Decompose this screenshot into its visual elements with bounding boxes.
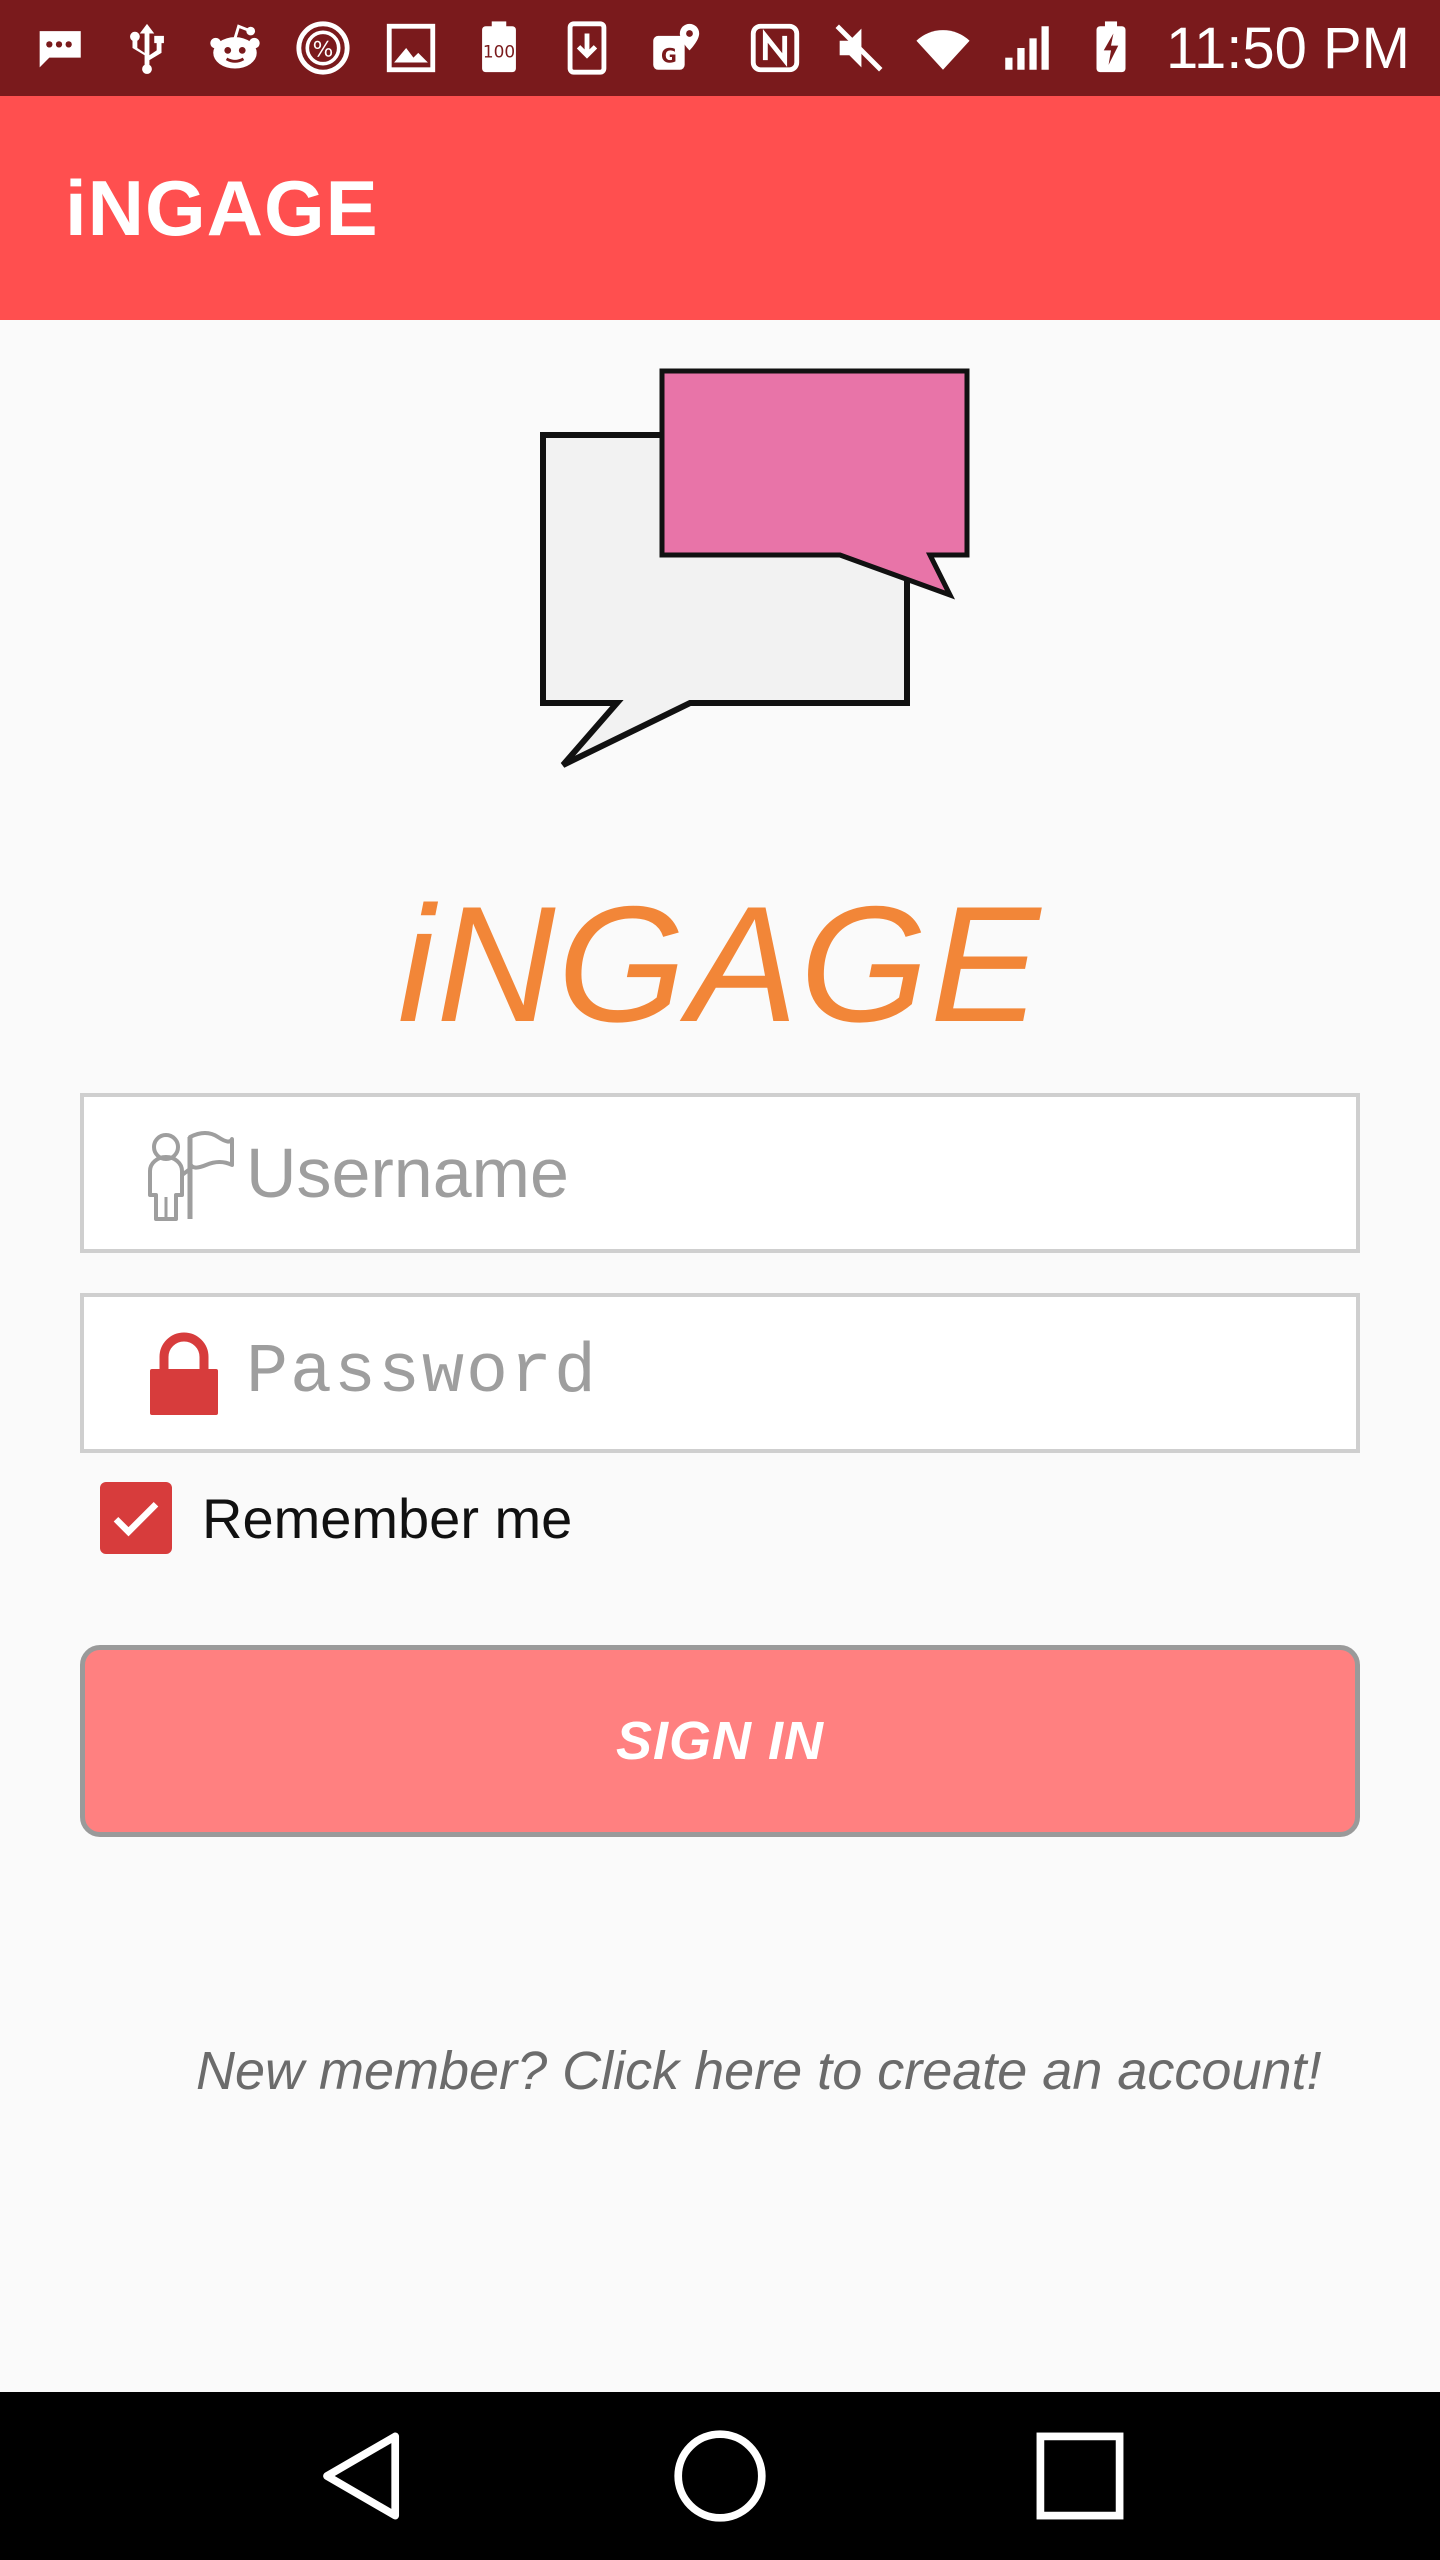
chat-bubbles-logo xyxy=(540,368,970,768)
remember-me-row[interactable]: Remember me xyxy=(100,1480,572,1556)
nfc-icon xyxy=(746,19,804,77)
recents-icon[interactable] xyxy=(1025,2421,1135,2531)
battery-100-icon: 100 xyxy=(470,19,528,77)
usb-icon xyxy=(118,19,176,77)
app-bar-title: iNGAGE xyxy=(65,163,379,252)
user-flag-icon xyxy=(134,1123,234,1223)
home-icon[interactable] xyxy=(665,2421,775,2531)
password-field[interactable] xyxy=(80,1293,1360,1453)
check-icon xyxy=(113,1501,159,1537)
sign-in-label: SIGN IN xyxy=(615,1711,825,1771)
status-bar: % 100 G 11:50 PM xyxy=(0,0,1440,96)
username-input[interactable] xyxy=(246,1133,1296,1213)
sign-in-button[interactable]: SIGN IN xyxy=(80,1645,1360,1837)
download-icon xyxy=(558,19,616,77)
status-right-icons: 11:50 PM xyxy=(746,15,1410,82)
maps-icon: G xyxy=(646,19,704,77)
battery-charging-icon xyxy=(1082,19,1140,77)
lock-icon xyxy=(134,1323,234,1423)
status-time: 11:50 PM xyxy=(1166,15,1410,81)
password-input[interactable] xyxy=(246,1333,1296,1413)
mute-icon xyxy=(830,19,888,77)
image-icon xyxy=(382,19,440,77)
svg-text:G: G xyxy=(661,45,677,68)
app-bar: iNGAGE xyxy=(0,96,1440,320)
svg-text:100: 100 xyxy=(483,42,515,62)
wifi-icon xyxy=(914,19,972,77)
percent-icon: % xyxy=(294,19,352,77)
remember-me-checkbox[interactable] xyxy=(100,1482,172,1554)
back-icon[interactable] xyxy=(305,2421,415,2531)
status-left-icons: % 100 G xyxy=(30,19,704,77)
svg-text:%: % xyxy=(313,37,334,62)
remember-me-label: Remember me xyxy=(202,1486,573,1550)
brand-title: iNGAGE xyxy=(397,872,1043,1056)
username-field[interactable] xyxy=(80,1093,1360,1253)
reddit-icon xyxy=(206,19,264,77)
navigation-bar xyxy=(0,2392,1440,2560)
message-icon xyxy=(30,19,88,77)
create-account-link[interactable]: New member? Click here to create an acco… xyxy=(196,2040,1322,2102)
signal-icon xyxy=(998,19,1056,77)
